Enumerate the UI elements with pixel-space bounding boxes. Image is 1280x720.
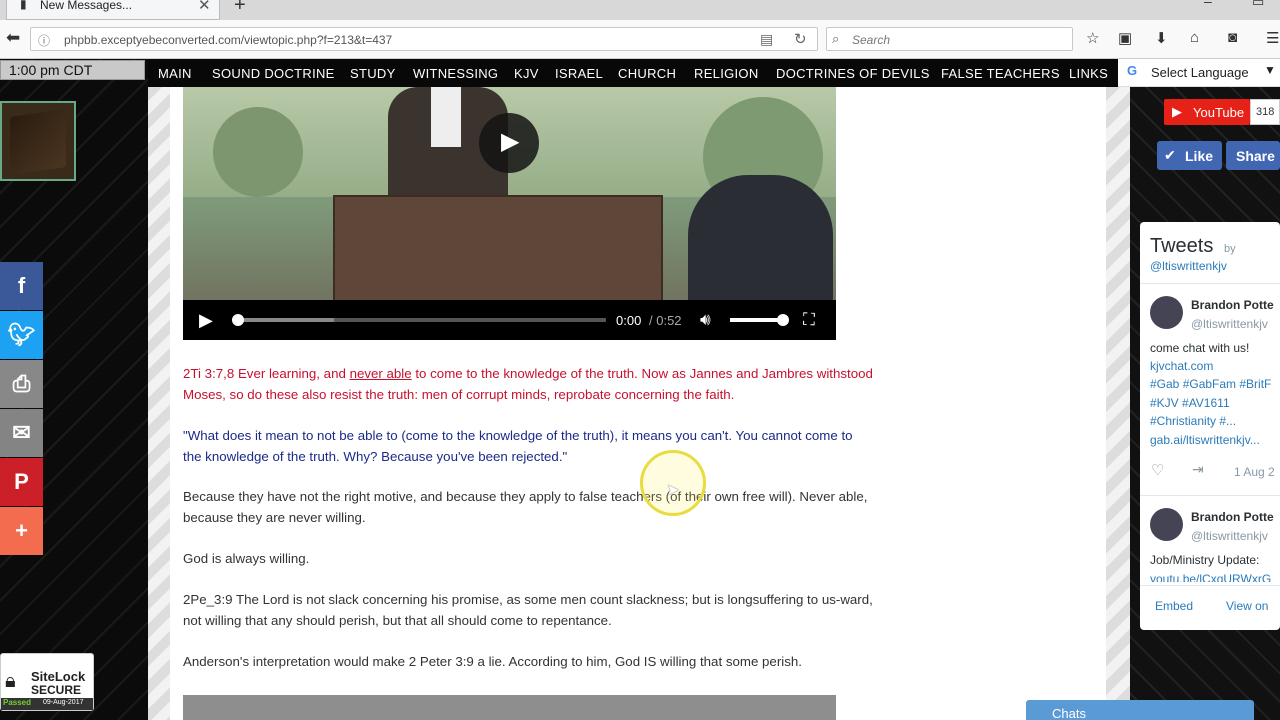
tab-favicon-icon: ▮ xyxy=(20,0,27,11)
search-input[interactable]: Search xyxy=(852,33,890,47)
tweet-link[interactable]: youtu.be/lCxqURWxrG xyxy=(1150,572,1271,582)
never-able-link[interactable]: never able xyxy=(350,366,412,381)
info-icon[interactable]: ⓘ xyxy=(38,32,50,49)
view-on-twitter-link[interactable]: View on xyxy=(1226,599,1268,613)
volume-icon[interactable]: 🔊︎ xyxy=(700,310,711,330)
content-border-right xyxy=(1106,87,1130,720)
pulpit xyxy=(333,195,663,315)
dropdown-arrow-icon[interactable]: ▼ xyxy=(1264,63,1276,77)
video-current-time: 0:00 xyxy=(616,313,642,328)
bible-image[interactable] xyxy=(0,101,76,181)
big-play-icon: ▶ xyxy=(501,128,520,155)
tweet-hashtags[interactable]: #KJV #AV1611 xyxy=(1150,396,1230,410)
maximize-icon[interactable]: ▭ xyxy=(1252,0,1264,10)
home-icon[interactable]: ⌂ xyxy=(1190,29,1199,46)
menu-item-witnessing[interactable]: WITNESSING xyxy=(413,66,498,81)
paragraph-scripture-2ti: 2Ti 3:7,8 Ever learning, and never able … xyxy=(183,366,873,402)
tweet-author-handle[interactable]: @ltiswrittenkjv xyxy=(1191,317,1268,331)
tweet-date[interactable]: 1 Aug 2 xyxy=(1234,465,1275,479)
seek-handle[interactable] xyxy=(232,314,244,326)
chats-bar[interactable]: Chats xyxy=(1026,700,1254,720)
tweet-text: Job/Ministry Update: xyxy=(1150,553,1260,567)
paragraph-anderson: Anderson's interpretation would make 2 P… xyxy=(183,654,802,669)
twitter-handle-link[interactable]: @ltiswrittenkjv xyxy=(1150,259,1227,273)
menu-item-main[interactable]: MAIN xyxy=(158,66,192,81)
clock: 1:00 pm CDT xyxy=(0,60,145,80)
tweet-hashtags[interactable]: #Christianity #... xyxy=(1150,414,1236,428)
sitelock-badge[interactable]: 🔒︎ SiteLock SECURE Passed 09-Aug-2017 xyxy=(0,653,94,711)
back-icon[interactable]: ⬅ xyxy=(6,28,20,48)
menu-item-false-teachers[interactable]: FALSE TEACHERS xyxy=(941,66,1060,81)
bookmark-star-icon[interactable]: ☆ xyxy=(1086,29,1099,47)
menu-icon[interactable]: ☰ xyxy=(1266,29,1279,47)
menu-item-sound-doctrine[interactable]: SOUND DOCTRINE xyxy=(212,66,335,81)
tweet-link[interactable]: gab.ai/ltiswrittenkjv... xyxy=(1150,433,1260,447)
youtube-label: YouTube xyxy=(1193,105,1245,120)
tweets-by: by xyxy=(1224,243,1236,255)
sitelock-status: SECURE xyxy=(31,683,82,697)
reader-view-icon[interactable]: ▤ xyxy=(760,31,773,48)
menu-item-church[interactable]: CHURCH xyxy=(618,66,676,81)
sitelock-passed: Passed xyxy=(3,698,32,707)
like-label: Like xyxy=(1185,148,1214,164)
email-share-button[interactable]: ✉ xyxy=(0,409,43,457)
reload-icon[interactable]: ↻ xyxy=(794,30,807,48)
tweet-author-name[interactable]: Brandon Potte xyxy=(1191,510,1274,524)
content-border-left xyxy=(148,87,170,720)
google-icon: G xyxy=(1127,63,1138,78)
sitelock-date: 09-Aug-2017 xyxy=(43,699,84,706)
select-language[interactable]: Select Language xyxy=(1151,65,1249,80)
pocket-icon[interactable]: ◙ xyxy=(1228,29,1237,46)
browser-window: { "browser": { "tab_title": "New Message… xyxy=(0,0,1280,720)
search-icon: ⌕ xyxy=(832,31,840,46)
clipboard-icon[interactable]: ▣ xyxy=(1118,29,1132,47)
tab-title: New Messages... xyxy=(40,0,133,12)
paragraph-quote: "What does it mean to not be able to (co… xyxy=(183,428,853,464)
menu-item-links[interactable]: LINKS xyxy=(1069,66,1108,81)
sitelock-brand: SiteLock xyxy=(31,669,86,684)
menu-item-study[interactable]: STUDY xyxy=(350,66,396,81)
bible-book-icon xyxy=(10,109,66,175)
share-tweet-icon[interactable]: ⇥ xyxy=(1192,461,1204,478)
tweet-text: come chat with us! xyxy=(1150,341,1250,355)
tweet-author-name[interactable]: Brandon Potte xyxy=(1191,298,1274,312)
minimize-icon[interactable]: – xyxy=(1204,0,1212,9)
new-tab-icon[interactable]: + xyxy=(234,0,246,17)
heart-icon[interactable]: ♡ xyxy=(1151,461,1164,479)
avatar[interactable] xyxy=(1150,508,1183,541)
play-icon[interactable]: ▶ xyxy=(199,310,213,331)
facebook-share-button[interactable]: f xyxy=(0,262,43,310)
mouse-cursor-icon: ➤ xyxy=(666,482,680,499)
paragraph-reason: Because they have not the right motive, … xyxy=(183,489,868,525)
youtube-play-icon: ▶ xyxy=(1172,104,1182,119)
youtube-count: 318 xyxy=(1256,106,1275,118)
tweet-hashtags[interactable]: #Gab #GabFam #BritF xyxy=(1150,377,1271,391)
menu-item-doctrines-of-devils[interactable]: DOCTRINES OF DEVILS xyxy=(776,66,930,81)
print-share-button[interactable]: ⎙ xyxy=(0,360,43,408)
menu-item-kjv[interactable]: KJV xyxy=(514,66,539,81)
url-text: phpbb.exceptyebeconverted.com/viewtopic.… xyxy=(64,33,393,47)
tweet-link[interactable]: kjvchat.com xyxy=(1150,359,1213,373)
paragraph-god-willing: God is always willing. xyxy=(183,551,310,566)
volume-handle[interactable] xyxy=(777,314,789,326)
twitter-share-button[interactable]: 🐦︎ xyxy=(0,311,43,359)
video-duration: / 0:52 xyxy=(649,313,682,328)
pinterest-share-button[interactable]: P xyxy=(0,458,43,506)
tweets-title: Tweets xyxy=(1150,235,1214,257)
download-icon[interactable]: ⬇ xyxy=(1155,29,1168,47)
menu-item-israel[interactable]: ISRAEL xyxy=(555,66,603,81)
share-label: Share xyxy=(1236,148,1275,164)
tweet-author-handle[interactable]: @ltiswrittenkjv xyxy=(1191,529,1268,543)
paragraph-scripture-2pe: 2Pe_3:9 The Lord is not slack concerning… xyxy=(183,592,873,628)
buffer-bar xyxy=(238,318,334,322)
tab-close-icon[interactable]: ✕ xyxy=(198,0,211,14)
check-icon: ✔ xyxy=(1164,147,1176,163)
embed-link[interactable]: Embed xyxy=(1155,599,1193,613)
lock-icon: 🔒︎ xyxy=(5,670,16,692)
second-video[interactable] xyxy=(183,695,836,720)
menu-item-religion[interactable]: RELIGION xyxy=(694,66,759,81)
more-share-button[interactable]: + xyxy=(0,507,43,555)
fullscreen-icon[interactable]: ⛶ xyxy=(803,310,815,330)
avatar[interactable] xyxy=(1150,296,1183,329)
